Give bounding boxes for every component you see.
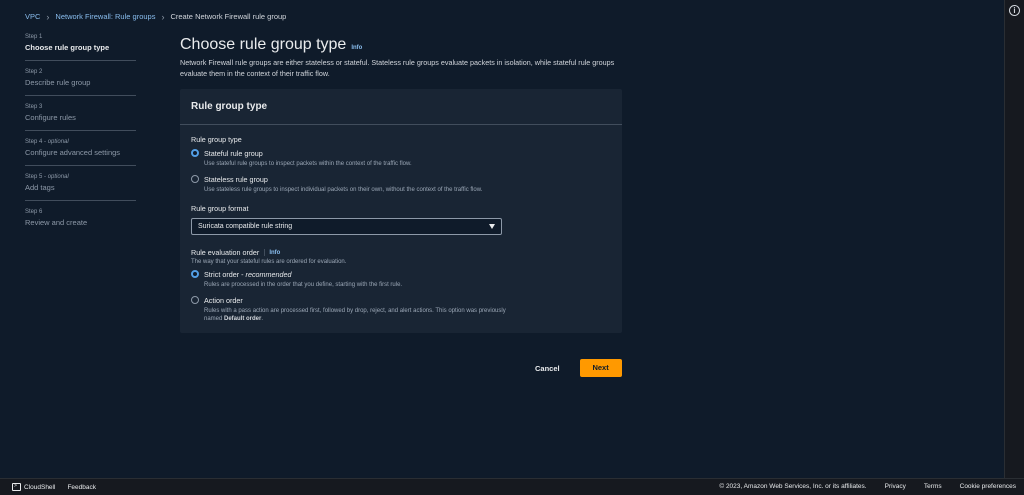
- wizard-steps: Step 1 Choose rule group type Step 2 Des…: [25, 34, 136, 243]
- main-content: Choose rule group type Info Network Fire…: [180, 36, 622, 333]
- radio-description: Rules with a pass action are processed f…: [204, 308, 506, 322]
- help-panel-rail: i: [1004, 0, 1024, 478]
- radio-action-order[interactable]: Action order Rules with a pass action ar…: [191, 296, 611, 323]
- radio-text: Strict order - recommended Rules are pro…: [204, 270, 402, 289]
- cancel-button[interactable]: Cancel: [531, 360, 564, 377]
- feedback-button[interactable]: Feedback: [67, 484, 96, 491]
- cloudshell-button[interactable]: CloudShell: [24, 484, 55, 491]
- info-link[interactable]: Info: [351, 45, 362, 51]
- breadcrumb-link-rule-groups[interactable]: Network Firewall: Rule groups: [55, 12, 155, 21]
- radio-stateless[interactable]: Stateless rule group Use stateless rule …: [191, 175, 611, 194]
- rule-group-type-container: Rule group type Rule group type Stateful…: [180, 89, 622, 333]
- step-title: Describe rule group: [25, 78, 91, 87]
- radio-button[interactable]: [191, 175, 199, 183]
- rule-evaluation-order-label: Rule evaluation order: [191, 248, 260, 257]
- rule-group-format-select[interactable]: Suricata compatible rule string: [191, 218, 502, 235]
- radio-text: Action order Rules with a pass action ar…: [204, 296, 514, 323]
- radio-text: Stateful rule group Use stateful rule gr…: [204, 149, 412, 168]
- rule-evaluation-order-label-row: Rule evaluation order Info: [191, 248, 611, 257]
- divider: [264, 249, 266, 256]
- radio-button-checked[interactable]: [191, 270, 199, 278]
- radio-description: Rules are processed in the order that yo…: [204, 282, 403, 288]
- radio-description: Use stateful rule groups to inspect pack…: [204, 161, 412, 167]
- radio-button[interactable]: [191, 296, 199, 304]
- radio-button-checked[interactable]: [191, 149, 199, 157]
- footer-right: © 2023, Amazon Web Services, Inc. or its…: [701, 483, 1016, 490]
- radio-description: Use stateless rule groups to inspect ind…: [204, 187, 483, 193]
- step-number: Step 2: [25, 69, 43, 75]
- wizard-step-3[interactable]: Step 3 Configure rules: [25, 104, 136, 131]
- copyright-text: © 2023, Amazon Web Services, Inc. or its…: [719, 483, 867, 490]
- page: VPC › Network Firewall: Rule groups › Cr…: [0, 0, 1004, 478]
- rule-group-type-label: Rule group type: [191, 135, 242, 144]
- wizard-step-6[interactable]: Step 6 Review and create: [25, 209, 136, 235]
- step-title: Configure advanced settings: [25, 148, 121, 157]
- terms-link[interactable]: Terms: [924, 483, 942, 490]
- caret-down-icon: [489, 224, 495, 229]
- cloudshell-icon: >: [12, 483, 21, 491]
- page-title: Choose rule group type: [180, 36, 347, 53]
- wizard-step-2[interactable]: Step 2 Describe rule group: [25, 69, 136, 96]
- step-number: Step 6: [25, 209, 43, 215]
- radio-label: Stateless rule group: [204, 175, 268, 184]
- wizard-step-1[interactable]: Step 1 Choose rule group type: [25, 34, 136, 61]
- cookie-preferences-link[interactable]: Cookie preferences: [960, 483, 1016, 490]
- breadcrumb: VPC › Network Firewall: Rule groups › Cr…: [25, 12, 286, 21]
- radio-strict-order[interactable]: Strict order - recommended Rules are pro…: [191, 270, 611, 289]
- radio-label: Strict order - recommended: [204, 270, 292, 279]
- next-button[interactable]: Next: [579, 359, 622, 377]
- console-footer: > CloudShell Feedback © 2023, Amazon Web…: [0, 478, 1024, 495]
- page-title-row: Choose rule group type Info: [180, 36, 622, 54]
- footer-left: > CloudShell Feedback: [12, 483, 96, 491]
- rule-evaluation-order-description: The way that your stateful rules are ord…: [191, 259, 347, 265]
- info-icon[interactable]: i: [1009, 5, 1020, 16]
- rule-group-format-label: Rule group format: [191, 204, 249, 213]
- step-title: Add tags: [25, 183, 55, 192]
- container-body: Rule group type Stateful rule group Use …: [180, 125, 622, 333]
- breadcrumb-current: Create Network Firewall rule group: [170, 12, 287, 21]
- wizard-step-4[interactable]: Step 4 - optional Configure advanced set…: [25, 139, 136, 166]
- radio-text: Stateless rule group Use stateless rule …: [204, 175, 504, 194]
- chevron-right-icon: ›: [161, 11, 165, 22]
- chevron-right-icon: ›: [46, 11, 50, 22]
- radio-label: Stateful rule group: [204, 149, 263, 158]
- radio-stateful[interactable]: Stateful rule group Use stateful rule gr…: [191, 149, 611, 168]
- step-number: Step 4 - optional: [25, 139, 69, 145]
- breadcrumb-link-vpc[interactable]: VPC: [25, 12, 40, 21]
- step-number: Step 5 - optional: [25, 174, 69, 180]
- select-value: Suricata compatible rule string: [198, 223, 293, 230]
- wizard-step-5[interactable]: Step 5 - optional Add tags: [25, 174, 136, 201]
- step-title: Review and create: [25, 218, 88, 227]
- step-title: Configure rules: [25, 113, 76, 122]
- page-description: Network Firewall rule groups are either …: [180, 58, 615, 78]
- container-header: Rule group type: [180, 89, 622, 125]
- wizard-actions: Cancel Next: [531, 359, 622, 377]
- privacy-link[interactable]: Privacy: [885, 483, 906, 490]
- info-link[interactable]: Info: [269, 250, 280, 256]
- radio-label: Action order: [204, 296, 243, 305]
- step-number: Step 3: [25, 104, 43, 110]
- step-number: Step 1: [25, 34, 43, 40]
- step-title: Choose rule group type: [25, 43, 110, 52]
